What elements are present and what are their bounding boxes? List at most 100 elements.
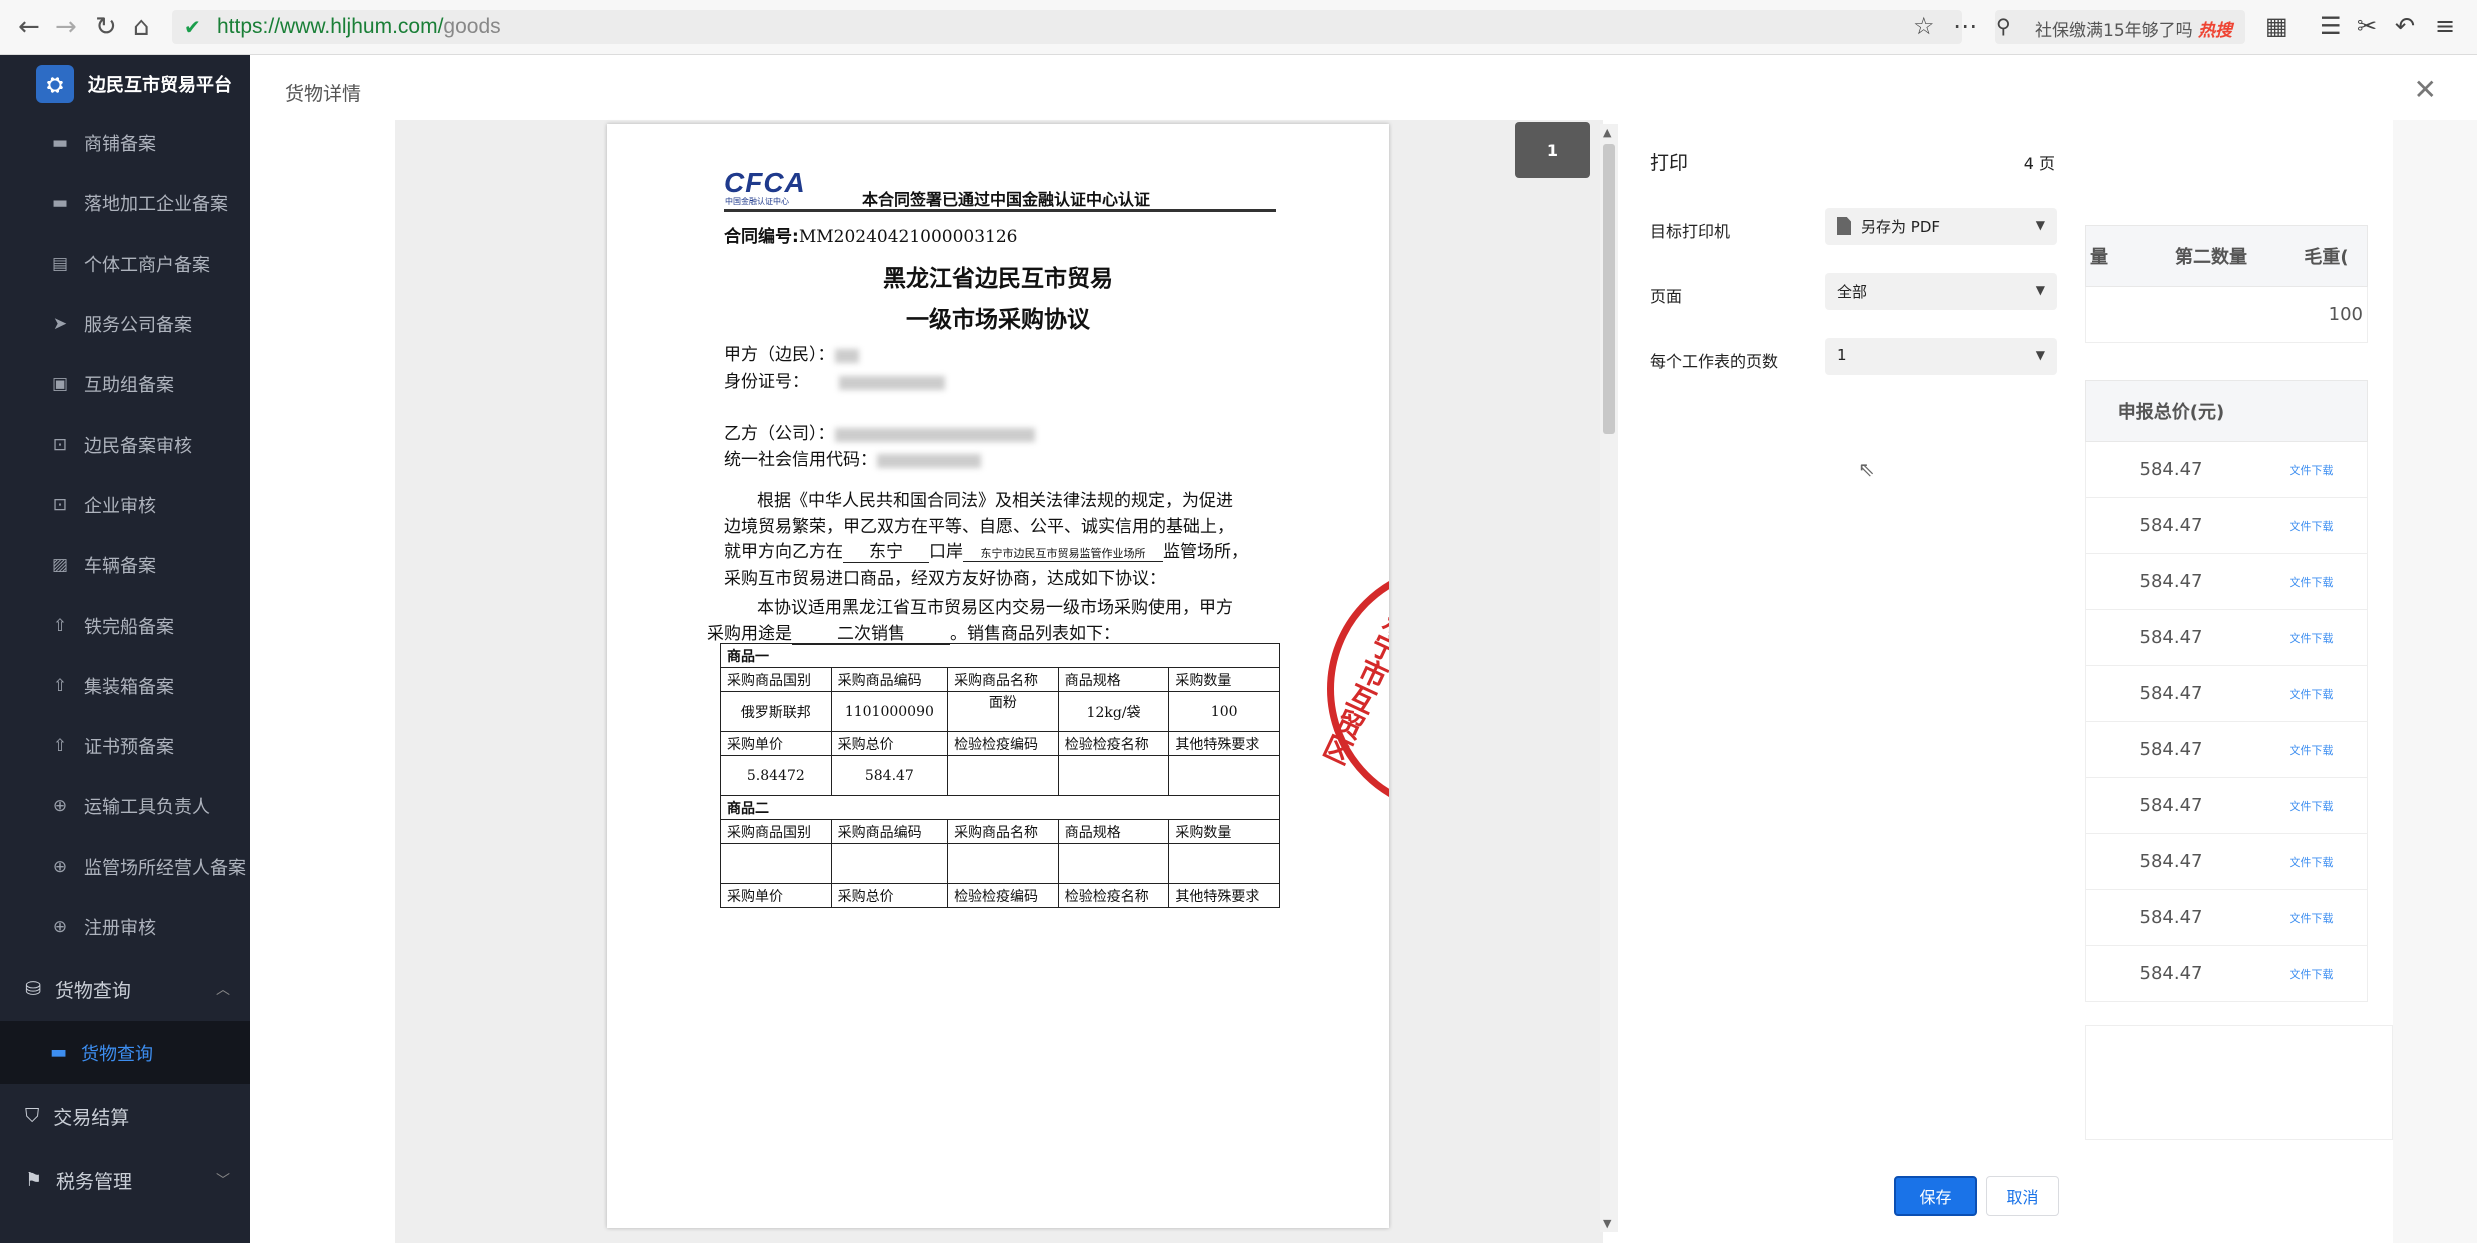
sidebar-item[interactable]: ⇧ 证书预备案 — [0, 716, 250, 776]
table-header-cell: 其他特殊要求 — [1168, 731, 1280, 756]
table-cell: 面粉 — [947, 691, 1059, 732]
apps-grid-icon[interactable]: ▦ — [2265, 12, 2288, 40]
print-settings-panel: 打印 4 页 目标打印机 另存为 PDF ▼ 页面 全部 ▼ 每个工作表的页数 … — [1622, 122, 2085, 1243]
back-icon[interactable]: ← — [18, 12, 40, 42]
download-link[interactable]: 文件下载 — [2256, 910, 2367, 926]
sidebar-item[interactable]: ▨ 车辆备案 — [0, 535, 250, 595]
pages-select[interactable]: 全部 ▼ — [1825, 273, 2057, 310]
menu-icon[interactable]: ≡ — [2435, 12, 2455, 40]
document-title-line2: 一级市场采购协议 — [906, 306, 1090, 333]
more-icon[interactable]: ⋯ — [1953, 12, 1977, 40]
undo-icon[interactable]: ↶ — [2395, 12, 2415, 40]
goods-table-background: 量 第二数量 毛重( 100 — [2085, 225, 2368, 343]
table-header-cell: 采购总价 — [830, 883, 949, 908]
sidebar-item[interactable]: ⇧ 铁完船备案 — [0, 595, 250, 655]
sidebar-item[interactable]: ⊕ 监管场所经营人备案 — [0, 837, 250, 897]
send-icon: ➤ — [52, 314, 68, 335]
sidebar-item[interactable]: ⊡ 企业审核 — [0, 475, 250, 535]
sidebar-item[interactable]: ⊕ 注册审核 — [0, 897, 250, 957]
table-row: 5.84472 584.47 — [720, 755, 1280, 796]
address-bar[interactable]: ✔ https://www.hljhum.com/goods — [172, 10, 1962, 44]
table-row: 584.47 文件下载 — [2085, 722, 2368, 778]
table-row: 采购单价 采购总价 检验检疫编码 检验检疫名称 其他特殊要求 — [720, 731, 1280, 756]
forward-icon[interactable]: → — [55, 12, 77, 42]
table-header-cell: 采购商品编码 — [830, 667, 949, 692]
shield-icon: ⛉ — [25, 1105, 40, 1128]
download-link[interactable]: 文件下载 — [2256, 798, 2367, 814]
sidebar-item[interactable]: ▬ 商铺备案 — [0, 113, 250, 173]
table-row: 584.47 文件下载 — [2085, 610, 2368, 666]
download-link[interactable]: 文件下载 — [2256, 742, 2367, 758]
sidebar-item[interactable]: ▣ 互助组备案 — [0, 354, 250, 414]
lock-icon: ⊡ — [52, 434, 68, 455]
sidebar-item[interactable]: ⇧ 集装箱备案 — [0, 656, 250, 716]
cancel-button[interactable]: 取消 — [1986, 1176, 2059, 1216]
sidebar-group-trade[interactable]: ⛉ 交易结算 — [0, 1084, 250, 1148]
reload-icon[interactable]: ↻ — [95, 12, 117, 42]
browser-toolbar: ← → ↻ ⌂ ✔ https://www.hljhum.com/goods ☆… — [0, 0, 2477, 55]
reading-list-icon[interactable]: ☰ — [2320, 12, 2342, 40]
mouse-cursor-icon: ⇖ — [1858, 457, 1875, 481]
paragraph-text: 根据《中华人民共和国合同法》及相关法律法规的规定，为促进 — [757, 491, 1233, 511]
table-header-row: 申报总价(元) — [2085, 380, 2368, 442]
brand[interactable]: ⛭ 边民互市贸易平台 — [0, 55, 250, 113]
close-icon[interactable]: ✕ — [2414, 73, 2437, 106]
scroll-up-icon[interactable]: ▲ — [1603, 126, 1611, 139]
scroll-down-icon[interactable]: ▼ — [1603, 1217, 1611, 1230]
brand-title: 边民互市贸易平台 — [88, 75, 232, 96]
sidebar-group-tax[interactable]: ⚑ 税务管理 ﹀ — [0, 1148, 250, 1212]
table-header-cell: 采购商品国别 — [720, 667, 832, 692]
table-header-cell: 检验检疫编码 — [947, 883, 1059, 908]
table-row: 584.47 文件下载 — [2085, 498, 2368, 554]
printer-value: 另存为 PDF — [1861, 218, 1940, 236]
price-cell: 584.47 — [2139, 683, 2203, 704]
sidebar-item[interactable]: ⊡ 边民备案审核 — [0, 414, 250, 474]
home-icon[interactable]: ⌂ — [133, 12, 150, 42]
download-link[interactable]: 文件下载 — [2256, 518, 2367, 534]
document-title-line1: 黑龙江省边民互市贸易 — [883, 265, 1113, 292]
party-a-line: 甲方（边民）： — [724, 340, 859, 365]
sidebar-item[interactable]: ▬ 落地加工企业备案 — [0, 173, 250, 233]
sidebar-item-label: 商铺备案 — [84, 134, 156, 156]
star-icon[interactable]: ☆ — [1913, 12, 1935, 40]
table-row: 采购商品国别 采购商品编码 采购商品名称 商品规格 采购数量 — [720, 667, 1280, 692]
text-span: 就甲方向乙方在 — [724, 542, 843, 562]
sidebar-item-label: 集装箱备案 — [84, 676, 174, 698]
sidebar-item[interactable]: ⊕ 运输工具负责人 — [0, 776, 250, 836]
pages-per-sheet-select[interactable]: 1 ▼ — [1825, 338, 2057, 375]
preview-scrollbar[interactable]: ▲ ▼ — [1600, 124, 1618, 1232]
table-cell — [1057, 755, 1170, 796]
browser-search-box[interactable]: 社保缴满15年够了吗 热搜 — [1995, 10, 2245, 44]
download-link[interactable]: 文件下载 — [2256, 630, 2367, 646]
column-header: 量 — [2090, 247, 2108, 268]
paragraph-text: 采购用途是 二次销售 。销售商品列表如下： — [707, 619, 1120, 645]
download-link[interactable]: 文件下载 — [2256, 462, 2367, 478]
table-header-cell: 采购商品国别 — [720, 819, 832, 844]
sidebar-item-label: 运输工具负责人 — [84, 797, 210, 819]
dropdown-arrow-icon: ▼ — [2035, 283, 2045, 297]
contract-number-label: 合同编号: — [724, 227, 799, 247]
table-header-cell: 检验检疫名称 — [1057, 731, 1170, 756]
sidebar-group-goods[interactable]: ⛁ 货物查询 ︿ — [0, 957, 250, 1021]
sidebar-item[interactable]: ▤ 个体工商户备案 — [0, 234, 250, 294]
download-link[interactable]: 文件下载 — [2256, 574, 2367, 590]
briefcase-icon: ▬ — [50, 1042, 68, 1064]
sidebar-item-label: 证书预备案 — [84, 737, 174, 759]
table-cell — [947, 843, 1059, 884]
table-cell — [720, 843, 832, 884]
download-link[interactable]: 文件下载 — [2256, 854, 2367, 870]
sidebar-item-goods-query[interactable]: ▬ 货物查询 — [0, 1021, 250, 1085]
download-link[interactable]: 文件下载 — [2256, 686, 2367, 702]
printer-select[interactable]: 另存为 PDF ▼ — [1825, 208, 2057, 245]
scissors-icon[interactable]: ✂ — [2357, 12, 2377, 40]
text-span: 监管场所， — [1163, 542, 1248, 562]
sidebar-item[interactable]: ➤ 服务公司备案 — [0, 294, 250, 354]
scrollbar-thumb[interactable] — [1603, 144, 1615, 434]
table-cell — [830, 843, 949, 884]
price-cell: 584.47 — [2139, 907, 2203, 928]
table-header-cell: 采购单价 — [720, 731, 832, 756]
table-row: 584.47 文件下载 — [2085, 890, 2368, 946]
save-button[interactable]: 保存 — [1894, 1176, 1977, 1216]
chevron-down-icon: ﹀ — [216, 1173, 230, 1190]
download-link[interactable]: 文件下载 — [2256, 966, 2367, 982]
